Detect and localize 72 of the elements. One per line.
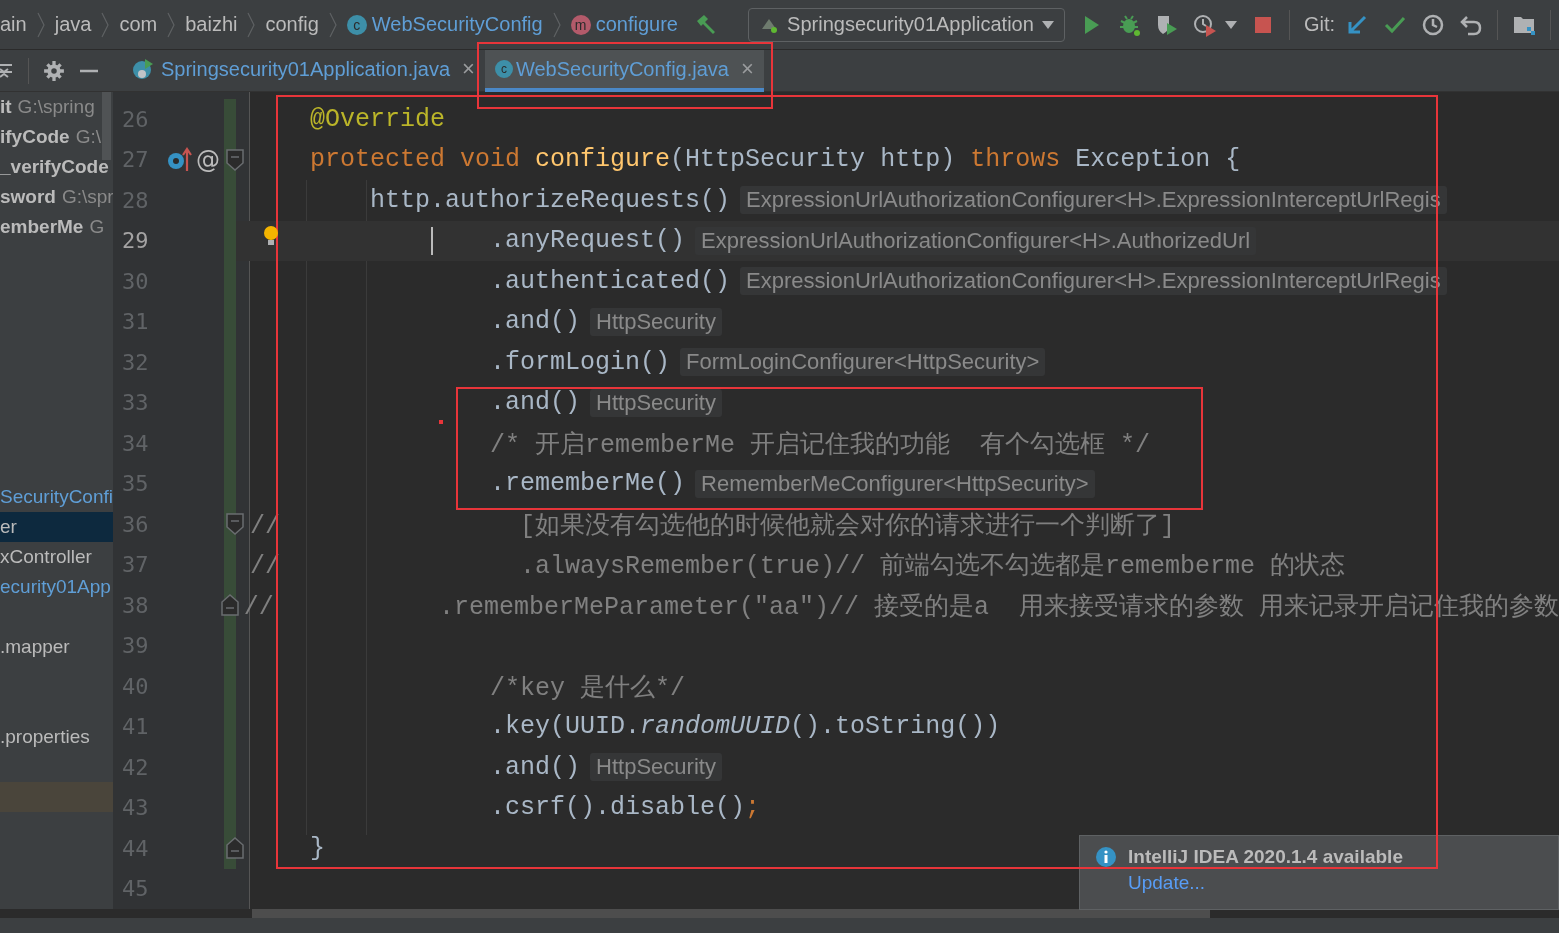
- tree-item[interactable]: er: [0, 512, 113, 542]
- chevron-icon: [101, 11, 110, 38]
- breadcrumb[interactable]: baizhi: [185, 13, 238, 36]
- settings-icon[interactable]: [43, 59, 65, 82]
- notification-title: IntelliJ IDEA 2020.1.4 available: [1128, 846, 1403, 868]
- code-text: .formLogin(): [490, 347, 671, 377]
- code-text: protected void configure(HttpSecurity http) throws Exception {: [310, 145, 1241, 175]
- type-hint: ExpressionUrlAuthorizationConfigurer<H>.AuthorizedUrl: [695, 226, 1257, 255]
- chevron-icon: [328, 11, 337, 38]
- type-hint: HttpSecurity: [590, 307, 722, 336]
- scrollbar-thumb[interactable]: [252, 909, 1210, 918]
- run-configuration-dropdown[interactable]: Springsecurity01Application: [748, 7, 1065, 42]
- update-link[interactable]: Update...: [1128, 872, 1542, 894]
- tree-item[interactable]: xController: [0, 542, 92, 572]
- chevron-icon: [36, 11, 45, 38]
- breadcrumb[interactable]: ain: [0, 13, 27, 36]
- breadcrumb[interactable]: com: [119, 13, 158, 36]
- code-text: .rememberMe(): [490, 469, 686, 499]
- method-icon: m: [570, 14, 591, 35]
- code-text: .and(): [490, 388, 581, 418]
- clock-run-icon[interactable]: [1192, 12, 1217, 37]
- tree-item[interactable]: .properties: [0, 722, 90, 752]
- code-text: .anyRequest(): [490, 226, 686, 256]
- tree-item[interactable]: _verifyCode: [0, 152, 109, 182]
- caret-icon: [1041, 20, 1054, 29]
- file-path: G:\: [75, 126, 102, 148]
- file-tab[interactable]: Springsecurity01Application.java ×: [121, 50, 485, 92]
- file-path: G:\spring: [17, 96, 95, 118]
- code-text: .and(): [490, 752, 581, 782]
- line-number: 29: [121, 228, 150, 254]
- code-text: }: [310, 833, 326, 863]
- breadcrumb[interactable]: WebSecurityConfig: [371, 13, 543, 36]
- tree-item[interactable]: it: [0, 92, 12, 122]
- breadcrumb[interactable]: config: [265, 13, 319, 36]
- file-tab[interactable]: c WebSecurityConfig.java ×: [484, 50, 764, 92]
- chevron-icon: [247, 11, 256, 38]
- code-text: http.authorizeRequests(): [370, 185, 731, 215]
- tree-item[interactable]: emberMe: [0, 212, 84, 242]
- file-path: G:\spr: [61, 186, 113, 208]
- file-path: G: [89, 216, 105, 238]
- code-text: /* 开启rememberMe 开启记住我的功能 有个勾选框 */: [490, 430, 1151, 460]
- history-icon[interactable]: [1421, 12, 1445, 37]
- chevron-icon: [167, 11, 176, 38]
- class-icon: c: [494, 60, 513, 78]
- caret-icon[interactable]: [1224, 20, 1237, 29]
- app-icon: [131, 57, 155, 81]
- info-icon: [1096, 847, 1116, 867]
- tree-item[interactable]: ifyCode: [0, 122, 70, 152]
- tree-item[interactable]: ecurity01App: [0, 572, 111, 602]
- code-text: /*key 是什么*/: [490, 673, 686, 703]
- tree-item[interactable]: sword: [0, 182, 56, 212]
- code-text: .authenticated(): [490, 266, 731, 296]
- class-icon: c: [346, 14, 367, 35]
- chevron-icon: [552, 11, 561, 38]
- breadcrumb[interactable]: configure: [595, 13, 678, 36]
- scrollbar-thumb[interactable]: [102, 92, 111, 160]
- gutter-marker[interactable]: @: [196, 145, 220, 174]
- lightbulb-icon[interactable]: [263, 224, 279, 247]
- code-text: .key(UUID.randomUUID().toString()): [490, 712, 1001, 742]
- code-text: @Override: [310, 104, 446, 134]
- type-hint: HttpSecurity: [590, 388, 722, 417]
- fold-marker-icon[interactable]: [226, 148, 244, 171]
- tree-item[interactable]: .mapper: [0, 632, 70, 662]
- breadcrumb[interactable]: java: [54, 13, 92, 36]
- git-label: Git:: [1303, 13, 1335, 36]
- type-hint: RememberMeConfigurer<HttpSecurity>: [695, 469, 1095, 498]
- type-hint: HttpSecurity: [590, 753, 722, 782]
- code-text: .csrf().disable();: [490, 793, 761, 823]
- tree-item[interactable]: SecurityConfi: [0, 482, 113, 512]
- override-icon[interactable]: [166, 146, 192, 173]
- type-hint: FormLoginConfigurer<HttpSecurity>: [680, 348, 1046, 377]
- code-text: .and(): [490, 307, 581, 337]
